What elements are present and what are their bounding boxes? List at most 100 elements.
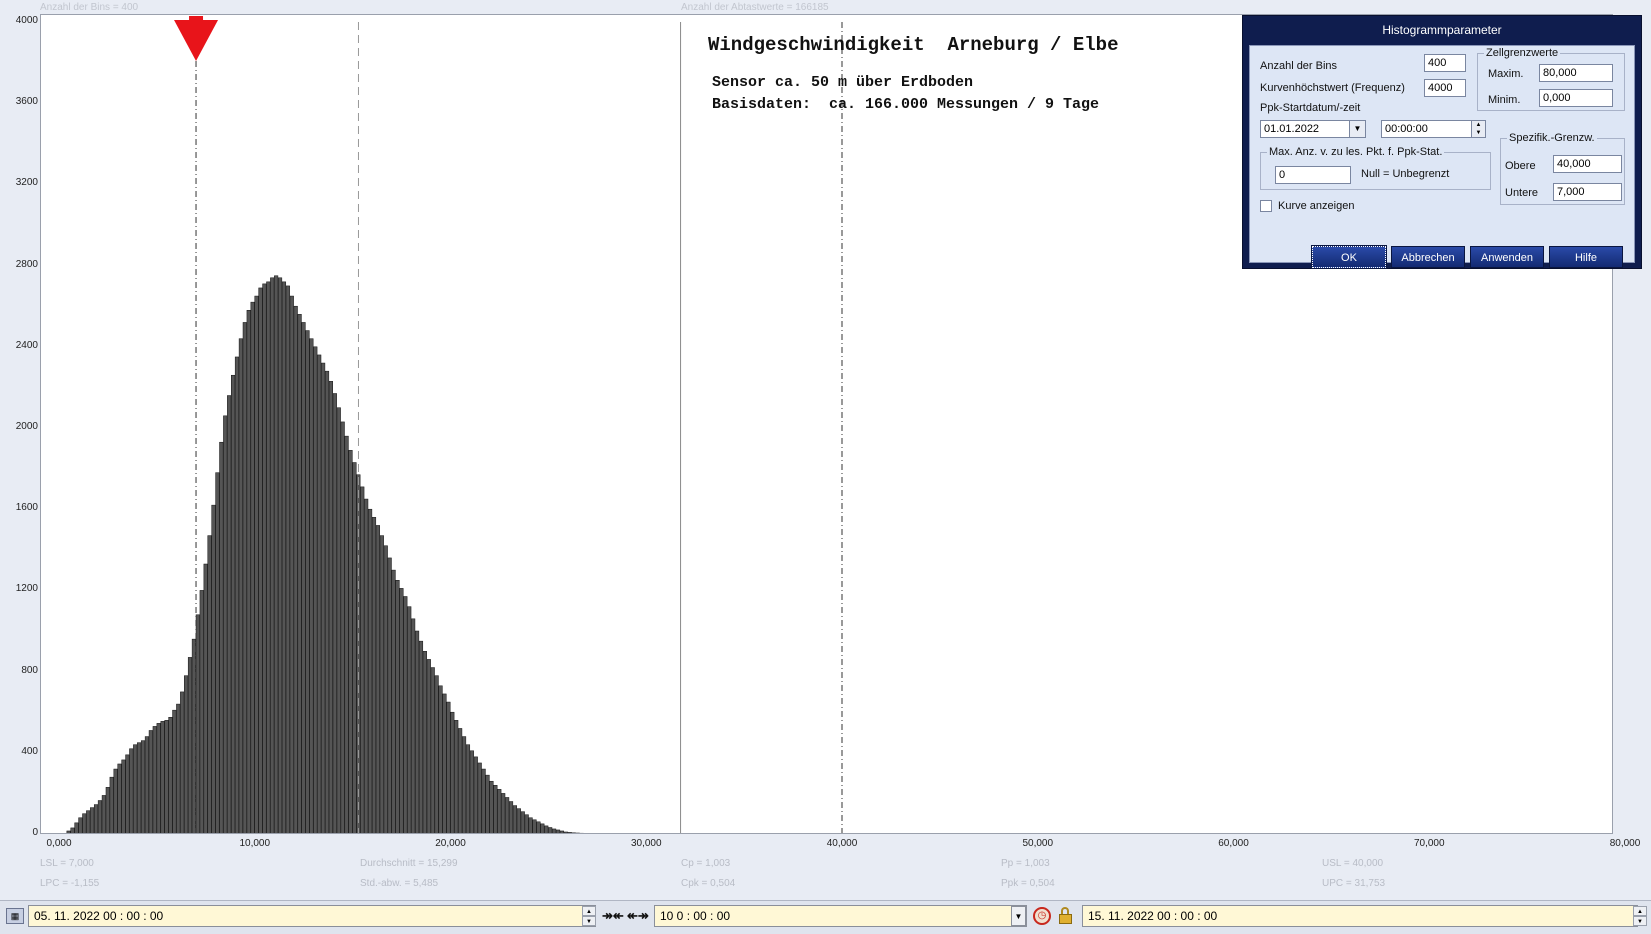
histogram-bar: [270, 278, 274, 833]
histogram-bar: [411, 619, 415, 833]
lsl-marker-triangle[interactable]: [174, 20, 218, 61]
ppk-time-input[interactable]: 00:00:00 ▲▼: [1381, 120, 1486, 138]
calendar-icon[interactable]: ▦: [6, 908, 24, 924]
spec-limits-label: Spezifik.-Grenzw.: [1507, 132, 1597, 144]
histogram-bar: [494, 785, 498, 833]
x-tick-label: 50,000: [1022, 838, 1053, 849]
histogram-bar: [345, 436, 349, 833]
y-tick-label: 2800: [0, 259, 38, 270]
histogram-bar: [404, 596, 408, 833]
histogram-bar: [462, 737, 466, 833]
histogram-bar: [505, 797, 509, 833]
ppk-date-select[interactable]: 01.01.2022 ▼: [1260, 120, 1366, 138]
ppk-date-value: 01.01.2022: [1264, 123, 1319, 135]
max-count-input[interactable]: 0: [1275, 166, 1351, 184]
lower-input[interactable]: 7,000: [1553, 183, 1622, 201]
histogram-bar: [419, 641, 423, 833]
histogram-bar: [114, 769, 118, 833]
histogram-bar: [388, 558, 392, 833]
lsl-marker-handle[interactable]: [189, 16, 203, 21]
histogram-bar: [482, 769, 486, 833]
histogram-bar: [423, 651, 427, 833]
histogram-bar: [82, 814, 86, 833]
histogram-bar: [227, 396, 231, 833]
chevron-down-icon[interactable]: ▼: [1349, 121, 1365, 137]
histogram-bar: [341, 422, 345, 833]
end-spin-up-icon[interactable]: ▲: [1633, 906, 1647, 916]
histogram-bar: [556, 830, 560, 833]
histogram-bar: [90, 808, 94, 833]
min-input[interactable]: 0,000: [1539, 89, 1613, 107]
histogram-bar: [353, 463, 357, 833]
histogram-bar: [537, 822, 541, 833]
bins-input[interactable]: 400: [1424, 54, 1466, 72]
peak-input[interactable]: 4000: [1424, 79, 1466, 97]
histogram-bar: [310, 339, 314, 833]
histogram-bar: [329, 381, 333, 833]
histogram-bar: [548, 828, 552, 833]
help-button[interactable]: Hilfe: [1549, 246, 1623, 268]
histogram-bar: [396, 580, 400, 833]
show-curve-checkbox[interactable]: [1260, 200, 1272, 212]
x-tick-label: 20,000: [435, 838, 466, 849]
y-tick-label: 1600: [0, 502, 38, 513]
x-tick-label: 40,000: [827, 838, 858, 849]
histogram-bar: [204, 564, 208, 833]
shift-left-arrows-icon[interactable]: ↠↞: [602, 907, 624, 925]
cancel-button[interactable]: Abbrechen: [1391, 246, 1465, 268]
apply-button[interactable]: Anwenden: [1470, 246, 1544, 268]
histogram-bar: [231, 375, 235, 833]
max-input[interactable]: 80,000: [1539, 64, 1613, 82]
start-spin-up-icon[interactable]: ▲: [582, 906, 596, 916]
histogram-bar: [513, 806, 517, 833]
histogram-bar: [317, 355, 321, 833]
chart-title: Windgeschwindigkeit Arneburg / Elbe: [708, 34, 1118, 56]
histogram-bar: [443, 694, 447, 833]
histogram-bar: [266, 282, 270, 833]
shift-right-arrows-icon[interactable]: ↞↠: [627, 907, 649, 925]
histogram-bar: [286, 286, 290, 833]
chevron-down-icon[interactable]: ▼: [1011, 906, 1026, 926]
histogram-bar: [216, 473, 220, 833]
histogram-bar: [145, 737, 149, 833]
end-spin-down-icon[interactable]: ▼: [1633, 916, 1647, 926]
histogram-bar: [497, 789, 501, 833]
stat-ppk: Ppk = 0,504: [1001, 878, 1055, 889]
span-field[interactable]: 10 0 : 00 : 00: [654, 905, 1027, 927]
lock-icon[interactable]: [1058, 907, 1074, 925]
y-tick-label: 3600: [0, 96, 38, 107]
x-tick-label: 0,000: [46, 838, 71, 849]
histogram-bar: [470, 751, 474, 833]
x-tick-label: 10,000: [239, 838, 270, 849]
histogram-bar: [415, 631, 419, 833]
histogram-bar: [94, 805, 98, 833]
histogram-bar: [133, 745, 137, 833]
histogram-bar: [282, 282, 286, 833]
histogram-bar: [529, 818, 533, 833]
ppk-time-value: 00:00:00: [1385, 123, 1428, 135]
histogram-bar: [544, 826, 548, 833]
histogram-bar: [200, 590, 204, 833]
ok-button[interactable]: OK: [1312, 246, 1386, 268]
min-label: Minim.: [1488, 94, 1520, 106]
histogram-bar: [302, 322, 306, 833]
histogram-bar: [560, 831, 564, 833]
histogram-bar: [106, 787, 110, 833]
stat-std: Std.-abw. = 5,485: [360, 878, 438, 889]
histogram-bar: [71, 828, 75, 833]
histogram-bar: [435, 676, 439, 833]
histogram-bar: [525, 815, 529, 833]
histogram-bar: [251, 302, 255, 833]
histogram-bar: [196, 615, 200, 833]
histogram-bar: [364, 499, 368, 833]
start-datetime-field[interactable]: 05. 11. 2022 00 : 00 : 00: [28, 905, 596, 927]
histogram-bar: [321, 363, 325, 833]
clock-icon[interactable]: ◷: [1033, 907, 1051, 925]
histogram-bar: [427, 659, 431, 833]
upper-input[interactable]: 40,000: [1553, 155, 1622, 173]
histogram-bar: [431, 668, 435, 833]
start-spin-down-icon[interactable]: ▼: [582, 916, 596, 926]
end-datetime-field[interactable]: 15. 11. 2022 00 : 00 : 00: [1082, 905, 1638, 927]
histogram-bar: [380, 536, 384, 833]
spin-arrows-icon[interactable]: ▲▼: [1471, 121, 1485, 137]
